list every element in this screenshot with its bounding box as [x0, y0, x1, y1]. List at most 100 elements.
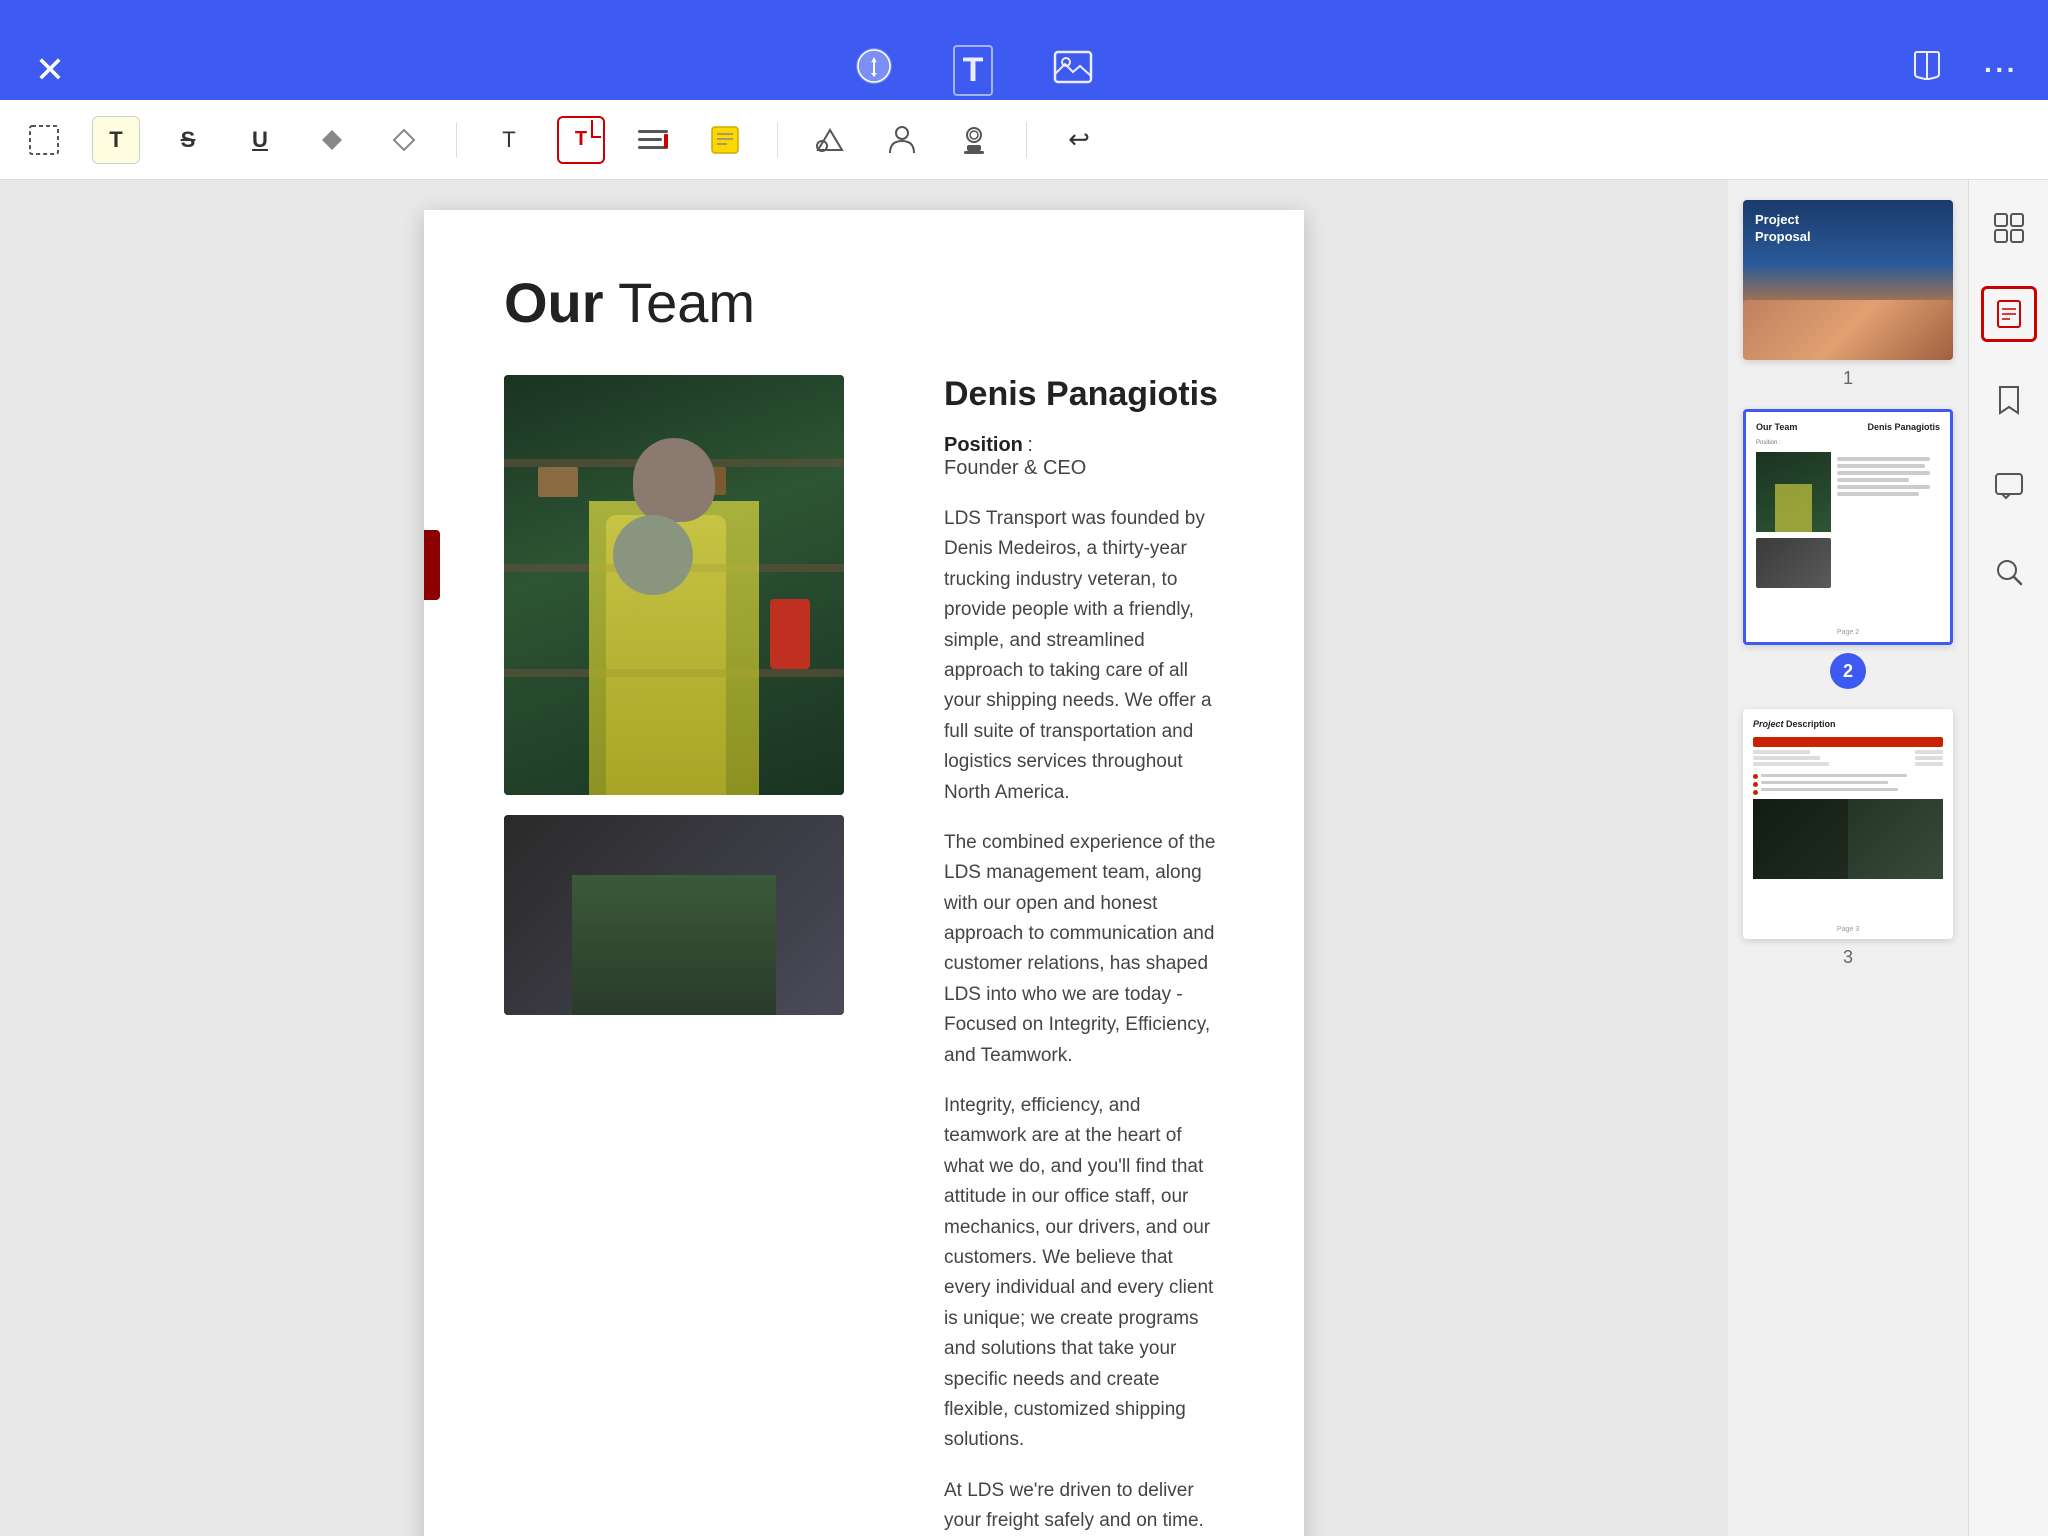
search-button[interactable]	[1981, 544, 2037, 600]
thumbnail-3-image	[1753, 799, 1943, 879]
thumbnail-3-description: Description	[1786, 719, 1836, 729]
header-right: ···	[1848, 49, 2048, 91]
bio-paragraph-4: At LDS we're driven to deliver your frei…	[944, 1476, 1224, 1536]
toolbar: T S U T T	[0, 100, 2048, 180]
thumbnail-label-1: 1	[1843, 368, 1853, 389]
bio-paragraph-2: The combined experience of the LDS manag…	[944, 828, 1224, 1071]
person-image-1	[504, 375, 844, 795]
page-view-button[interactable]	[1981, 286, 2037, 342]
select-tool[interactable]	[20, 116, 68, 164]
thumbnail-1-content: ProjectProposal	[1743, 200, 1953, 360]
bullet-line-1	[1761, 774, 1907, 777]
shelf-line-2	[504, 564, 844, 572]
position-value: Founder & CEO	[944, 457, 1224, 480]
thumbnail-container-2: Our Team Denis Panagiotis Position :	[1743, 409, 1953, 689]
table-cell-3	[1753, 756, 1820, 760]
worker-figure	[504, 375, 844, 795]
undo-tool[interactable]: ↩	[1055, 116, 1103, 164]
bullet-markers	[1753, 774, 1758, 795]
second-image-content	[504, 815, 844, 1015]
bullet-lines	[1761, 774, 1943, 795]
scanner-device	[770, 599, 810, 669]
thumbnail-3-content: Project Description	[1743, 709, 1953, 939]
table-header-bar	[1753, 737, 1943, 747]
table-row-3	[1753, 762, 1943, 766]
comment-button[interactable]	[1981, 458, 2037, 514]
text-align-tool[interactable]	[629, 116, 677, 164]
table-cell-6	[1915, 762, 1944, 766]
table-cell-5	[1753, 762, 1829, 766]
thumbnail-2-page-label: Page 2	[1837, 629, 1859, 636]
text-insert-tool[interactable]: T	[485, 116, 533, 164]
thumbnail-page-2[interactable]: Our Team Denis Panagiotis Position :	[1743, 409, 1953, 645]
thumbnail-3-title: Project Description	[1753, 719, 1943, 729]
bullet-2	[1753, 782, 1758, 787]
bookmark-button[interactable]	[1981, 372, 2037, 428]
main-content: Our Team	[0, 180, 1728, 1536]
person-tool[interactable]	[878, 116, 926, 164]
underline-tool[interactable]: U	[236, 116, 284, 164]
thumbnail-2-img1	[1756, 452, 1831, 532]
worker-head	[633, 438, 715, 522]
text-line-6	[1837, 492, 1919, 496]
position-label: Position	[944, 434, 1023, 456]
box-1	[538, 467, 578, 497]
header-left: ✕	[0, 49, 100, 91]
bio-paragraph-1: LDS Transport was founded by Denis Medei…	[944, 504, 1224, 808]
more-options-button[interactable]: ···	[1984, 54, 2018, 86]
person-name: Denis Panagiotis	[944, 375, 1224, 414]
thumbnail-page-1[interactable]: ProjectProposal	[1743, 200, 1953, 360]
header: ✕ T	[0, 0, 2048, 100]
thumbnail-2-img2	[1756, 538, 1831, 588]
second-image-person	[572, 875, 776, 1015]
thumbnail-2-our-team: Our Team	[1756, 422, 1797, 432]
content-grid: Denis Panagiotis Position : Founder & CE…	[504, 375, 1224, 1536]
position-colon: :	[1027, 434, 1033, 456]
image-tool-button[interactable]	[1053, 50, 1093, 91]
eraser-outline-tool[interactable]	[380, 116, 428, 164]
grid-view-button[interactable]	[1981, 200, 2037, 256]
bullet-line-2	[1761, 781, 1888, 784]
table-cell-1	[1753, 750, 1810, 754]
thumbnail-page-3[interactable]: Project Description	[1743, 709, 1953, 939]
strikethrough-tool[interactable]: S	[164, 116, 212, 164]
thumbnail-2-content: Our Team Denis Panagiotis Position :	[1746, 412, 1950, 642]
table-cell-2	[1915, 750, 1944, 754]
note-tool[interactable]	[701, 116, 749, 164]
thumbnail-3-project: Project	[1753, 719, 1784, 729]
thumb-vest	[1775, 484, 1813, 532]
separator-3	[1026, 122, 1027, 158]
table-row-1	[1753, 750, 1943, 754]
thumbnail-1-bg: ProjectProposal	[1743, 200, 1953, 360]
book-icon[interactable]	[1910, 49, 1944, 91]
highlight-text-tool[interactable]: T	[92, 116, 140, 164]
bullet-1	[1753, 774, 1758, 779]
stamp-tool[interactable]	[950, 116, 998, 164]
title-normal: Team	[604, 271, 755, 334]
left-column	[504, 375, 884, 1536]
thumbnail-3-page-label: Page 3	[1837, 926, 1859, 933]
thumbnail-label-2: 2	[1830, 653, 1866, 689]
eraser-fill-tool[interactable]	[308, 116, 356, 164]
thumbnail-3-img-content	[1753, 799, 1943, 879]
thumbnail-container-3: Project Description	[1743, 709, 1953, 968]
person-image-2	[504, 815, 844, 1015]
text-box-tool[interactable]: T	[557, 116, 605, 164]
text-tool-button[interactable]: T	[953, 45, 994, 96]
close-button[interactable]: ✕	[35, 49, 65, 91]
separator-2	[777, 122, 778, 158]
document-page: Our Team	[424, 210, 1304, 1536]
pen-tool-button[interactable]	[855, 47, 893, 94]
thumbnail-2-person-name: Denis Panagiotis	[1867, 422, 1940, 432]
text-line-4	[1837, 478, 1909, 482]
bio-paragraph-3: Integrity, efficiency, and teamwork are …	[944, 1091, 1224, 1456]
shape-tool[interactable]	[806, 116, 854, 164]
text-line-1	[1837, 457, 1930, 461]
worker-vest	[589, 501, 759, 795]
thumbnails-panel: ProjectProposal 1 Our Team Denis Panagio…	[1728, 180, 1968, 1536]
right-column: Denis Panagiotis Position : Founder & CE…	[944, 375, 1224, 1536]
thumbnail-label-3: 3	[1843, 947, 1853, 968]
thumbnail-3-table	[1753, 737, 1943, 766]
text-line-3	[1837, 471, 1930, 475]
bullet-line-3	[1761, 788, 1898, 791]
